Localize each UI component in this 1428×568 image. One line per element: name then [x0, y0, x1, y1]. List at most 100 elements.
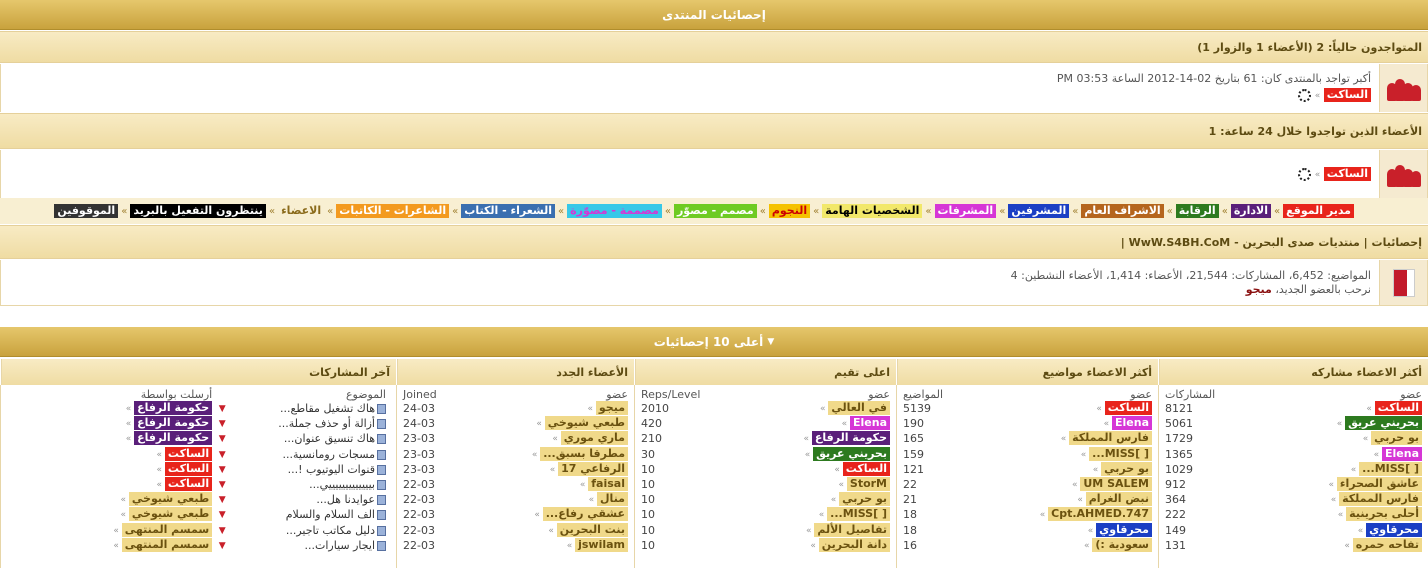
member-link[interactable]: أحلى بحرينية: [1346, 507, 1422, 522]
member-link[interactable]: سعودية :): [1092, 537, 1152, 552]
caret-down-icon[interactable]: ▼: [219, 480, 226, 490]
topic-link[interactable]: دليل مكاتب تاجير...: [286, 524, 375, 537]
member-link[interactable]: الساكت: [1374, 401, 1422, 415]
member-link[interactable]: faisal: [588, 477, 628, 492]
usergroup-link[interactable]: الموقوفين: [54, 204, 119, 218]
topic-link[interactable]: قنوات اليوتيوب !...: [288, 463, 375, 476]
count-value: 159: [903, 447, 924, 461]
member-link[interactable]: الرفاعي 17: [558, 461, 628, 476]
usergroup-link[interactable]: الرقابة: [1175, 204, 1219, 218]
caret-down-icon[interactable]: ▼: [219, 404, 226, 414]
topic-link[interactable]: ايجار سيارات...: [305, 539, 375, 552]
poster-link[interactable]: طبعي شيوخي: [128, 492, 213, 507]
last24-user-link[interactable]: الساكت: [1323, 167, 1371, 181]
topic-link[interactable]: مسجات رومانسية...: [283, 448, 375, 461]
member-link[interactable]: فارس المملكة: [1069, 431, 1152, 446]
count-value: 16: [903, 538, 917, 552]
poster-link[interactable]: سمسم المنتهى: [121, 522, 213, 537]
usergroup-link[interactable]: النجوم: [768, 204, 811, 218]
member-link[interactable]: مطرقا بسبق...: [540, 446, 628, 461]
member-link[interactable]: بنت البحرين: [556, 522, 628, 537]
usergroup-link[interactable]: الاعضاء: [278, 204, 324, 218]
member-link[interactable]: الساكت: [842, 461, 890, 476]
usergroup-link[interactable]: المشرفات: [934, 204, 997, 218]
poster-link[interactable]: الساكت: [164, 461, 213, 476]
member-link[interactable]: UM SALEM: [1080, 477, 1152, 492]
member-link[interactable]: دانة البحرين: [818, 537, 890, 552]
member-link[interactable]: محرقاوي: [1366, 522, 1422, 537]
usergroup-link[interactable]: مصمم - مصوّر: [673, 204, 757, 218]
member-link[interactable]: عاشق الصحراء: [1336, 477, 1422, 492]
usergroup-link[interactable]: الاشراف العام: [1081, 204, 1164, 218]
topic-link[interactable]: أزالة أو حذف جملة...: [278, 417, 375, 430]
top10-header[interactable]: أعلى 10 إحصائيات ▼: [0, 327, 1428, 357]
poster-link[interactable]: الساكت: [164, 446, 213, 461]
poster-link[interactable]: سمسم المنتهى: [121, 537, 213, 552]
member-link[interactable]: Cpt.AHMED.747: [1048, 507, 1152, 522]
caret-down-icon[interactable]: ▼: [219, 434, 226, 444]
usergroup-link[interactable]: مدير الموقع: [1283, 204, 1354, 218]
member-link[interactable]: تفاحه حمره: [1352, 537, 1422, 552]
member-link[interactable]: الساكت: [1104, 401, 1152, 415]
member-link[interactable]: Elena: [1382, 446, 1422, 461]
caret-down-icon[interactable]: ▼: [219, 495, 226, 505]
caret-down-icon[interactable]: ▼: [219, 510, 226, 520]
member-link[interactable]: بو حربي: [1101, 461, 1152, 476]
count-value: 2010: [641, 402, 669, 415]
topic-link[interactable]: هاك تنسيق عنوان...: [284, 432, 375, 445]
new-user-link[interactable]: ميجو: [1246, 283, 1272, 296]
arrow-icon: »: [156, 480, 165, 491]
col-header-count: Joined: [403, 388, 437, 401]
count-value: 190: [903, 417, 924, 431]
member-link[interactable]: منال: [597, 492, 628, 507]
member-link[interactable]: Elena: [850, 416, 890, 431]
caret-down-icon[interactable]: ▼: [219, 419, 226, 429]
arrow-icon: »: [1337, 510, 1347, 521]
member-link[interactable]: jswilam: [575, 537, 628, 552]
col-title: أكثر الاعضاء مواضيع: [897, 359, 1158, 385]
arrow-icon: »: [1092, 464, 1102, 475]
poster-link[interactable]: حكومة الرفاع: [134, 401, 213, 415]
member-link[interactable]: StorM: [846, 477, 890, 492]
caret-down-icon[interactable]: ▼: [219, 526, 226, 536]
member-link[interactable]: بحريني عريق: [1345, 416, 1422, 431]
caret-down-icon[interactable]: ▼: [219, 541, 226, 551]
topic-link[interactable]: هاك تشغيل مقاطع...: [280, 402, 375, 415]
member-link[interactable]: طبعي شيوخي: [544, 416, 628, 431]
online-user-link[interactable]: الساكت: [1323, 88, 1371, 102]
member-link[interactable]: حكومة الرفاع: [811, 431, 890, 446]
member-link[interactable]: [ ]MISS...: [827, 507, 890, 522]
member-link[interactable]: تفاصيل الألم: [814, 522, 890, 537]
usergroup-link[interactable]: الشاعرات - الكاتبات: [336, 204, 450, 218]
member-link[interactable]: فارس المملكة: [1339, 492, 1422, 507]
member-link[interactable]: نبض الغرام: [1085, 492, 1152, 507]
topic-link[interactable]: عوايدنا هل...: [316, 493, 375, 506]
member-link[interactable]: [ ]MISS...: [1359, 461, 1422, 476]
caret-down-icon[interactable]: ▼: [219, 465, 226, 475]
member-link[interactable]: في العالي: [828, 401, 890, 415]
topic-link[interactable]: الف السلام والسلام: [286, 508, 375, 521]
member-link[interactable]: بو حربي: [1371, 431, 1422, 446]
member-link[interactable]: ماري موري: [560, 431, 628, 446]
poster-link[interactable]: حكومة الرفاع: [134, 431, 213, 446]
usergroup-link[interactable]: الشعراء - الكتاب: [461, 204, 556, 218]
caret-down-icon[interactable]: ▼: [219, 450, 226, 460]
usergroup-link[interactable]: الادارة: [1230, 204, 1272, 218]
poster-link[interactable]: الساكت: [164, 477, 213, 492]
poster-link[interactable]: طبعي شيوخي: [128, 507, 213, 522]
member-link[interactable]: عشقي رفاع...: [542, 507, 628, 522]
member-link[interactable]: ميجو: [595, 401, 628, 415]
member-link[interactable]: بحريني عريق: [813, 446, 890, 461]
member-link[interactable]: محرقاوي: [1096, 522, 1152, 537]
usergroup-link[interactable]: ينتظرون التفعيل بالبريد: [130, 204, 266, 218]
topic-link[interactable]: بيييييييييييييي...: [309, 478, 375, 491]
separator-icon: »: [121, 205, 128, 217]
member-link[interactable]: [ ]MISS...: [1089, 446, 1152, 461]
poster-link[interactable]: حكومة الرفاع: [134, 416, 213, 431]
member-link[interactable]: بو حربي: [839, 492, 890, 507]
usergroup-link[interactable]: المشرفين: [1008, 204, 1070, 218]
usergroup-link[interactable]: مصممة - مصوّرة: [567, 204, 662, 218]
online-header: المتواجدون حالياً: 2 (الأعضاء 1 والزوار …: [0, 31, 1428, 63]
member-link[interactable]: Elena: [1112, 416, 1152, 431]
usergroup-link[interactable]: الشخصيات الهامة: [822, 204, 923, 218]
